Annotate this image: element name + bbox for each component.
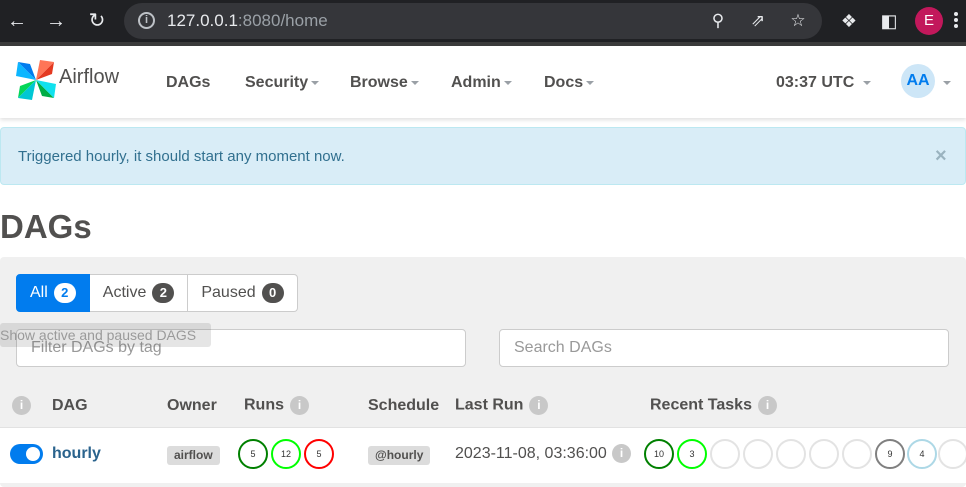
info-icon[interactable]: i <box>529 396 549 415</box>
nav-browse[interactable]: Browse <box>350 74 419 92</box>
zoom-icon[interactable]: ⚲ <box>706 9 730 33</box>
filter-active-button[interactable]: Active 2 <box>89 274 189 312</box>
col-runs: Runs i <box>244 396 309 415</box>
bookmark-star-icon[interactable]: ☆ <box>786 9 810 33</box>
task-state-circle[interactable]: 3 <box>677 439 707 469</box>
filter-all-count: 2 <box>53 283 76 303</box>
nav-dags-label: DAGs <box>166 74 211 91</box>
reload-icon[interactable]: ↻ <box>84 8 110 34</box>
run-state-circle[interactable]: 5 <box>304 439 334 469</box>
nav-dags[interactable]: DAGs <box>166 74 210 92</box>
side-panel-icon[interactable]: ◧ <box>876 8 902 34</box>
back-icon[interactable]: ← <box>4 8 30 34</box>
info-icon[interactable]: i <box>12 396 31 415</box>
brand-name: Airflow <box>59 66 120 88</box>
site-info-icon[interactable]: i <box>138 12 155 29</box>
filter-active-label: Active <box>102 284 147 301</box>
address-bar[interactable]: i 127.0.0.1:8080/home ⚲ ⇗ ☆ <box>124 3 822 39</box>
nav-docs-label: Docs <box>544 74 584 91</box>
pause-toggle[interactable] <box>10 444 43 464</box>
caret-down-icon <box>503 80 512 85</box>
page-title: DAGs <box>0 208 92 245</box>
share-icon[interactable]: ⇗ <box>746 9 770 33</box>
col-owner-label: Owner <box>167 397 217 414</box>
task-state-circle[interactable] <box>938 439 966 469</box>
browser-menu-icon[interactable] <box>951 10 961 32</box>
filter-tooltip: Show active and paused DAGS <box>0 323 211 347</box>
dag-id-link[interactable]: hourly <box>52 445 101 463</box>
nav-security-label: Security <box>245 74 309 91</box>
task-state-circle[interactable]: 9 <box>875 439 905 469</box>
user-avatar[interactable]: AA <box>901 64 935 98</box>
task-state-circle[interactable] <box>776 439 806 469</box>
col-dag[interactable]: DAG <box>52 397 88 415</box>
airflow-logo-icon <box>16 60 56 100</box>
url-path: :8080/home <box>237 11 328 30</box>
nav-docs[interactable]: Docs <box>544 74 595 92</box>
col-dag-label: DAG <box>52 397 88 414</box>
info-icon[interactable]: i <box>757 396 777 415</box>
run-state-circle[interactable]: 5 <box>238 439 268 469</box>
filter-paused-count: 0 <box>261 283 284 303</box>
extensions-icon[interactable]: ❖ <box>836 8 862 34</box>
app-navbar: Airflow DAGs Security Browse Admin Docs … <box>0 42 966 118</box>
filter-all-button[interactable]: All 2 <box>16 274 90 312</box>
status-filter-group: All 2 Active 2 Paused 0 <box>16 274 298 312</box>
filter-paused-button[interactable]: Paused 0 <box>188 274 298 312</box>
col-recent-tasks: Recent Tasks i <box>650 396 777 415</box>
flash-alert: Triggered hourly, it should start any mo… <box>0 127 966 185</box>
col-schedule-label: Schedule <box>368 397 440 414</box>
url-host: 127.0.0.1 <box>167 11 238 30</box>
forward-icon[interactable]: → <box>43 8 69 34</box>
schedule-label[interactable]: @hourly <box>368 446 431 465</box>
user-menu-caret-icon[interactable] <box>943 81 951 85</box>
clock-label: 03:37 UTC <box>776 74 855 91</box>
url-text[interactable]: 127.0.0.1:8080/home <box>167 11 328 31</box>
last-run-value[interactable]: 2023-11-08, 03:36:00 <box>455 445 607 463</box>
caret-down-icon <box>586 80 595 85</box>
filter-paused-label: Paused <box>201 284 256 301</box>
task-state-circle[interactable] <box>743 439 773 469</box>
caret-down-icon <box>863 80 872 85</box>
owner-label[interactable]: airflow <box>167 446 220 465</box>
browser-toolbar: ← → ↻ i 127.0.0.1:8080/home ⚲ ⇗ ☆ ❖ ◧ E <box>0 0 966 42</box>
nav-security[interactable]: Security <box>245 74 320 92</box>
caret-down-icon <box>311 80 320 85</box>
last-run-text: 2023-11-08, 03:36:00 <box>455 445 607 462</box>
col-last-run[interactable]: Last Run i <box>455 396 549 415</box>
filter-active-count: 2 <box>152 283 175 303</box>
task-state-circle[interactable]: 10 <box>644 439 674 469</box>
close-icon[interactable]: × <box>935 145 947 168</box>
task-state-circle[interactable] <box>710 439 740 469</box>
nav-admin[interactable]: Admin <box>451 74 512 92</box>
task-state-circle[interactable] <box>809 439 839 469</box>
task-state-circle[interactable] <box>842 439 872 469</box>
caret-down-icon <box>410 80 419 85</box>
clock-dropdown[interactable]: 03:37 UTC <box>776 74 872 92</box>
run-state-circle[interactable]: 12 <box>271 439 301 469</box>
task-state-circle[interactable]: 4 <box>907 439 937 469</box>
alert-message: Triggered hourly, it should start any mo… <box>18 148 345 165</box>
profile-avatar[interactable]: E <box>915 7 943 35</box>
nav-admin-label: Admin <box>451 74 501 91</box>
search-dags-input[interactable]: Search DAGs <box>499 329 949 367</box>
filter-all-label: All <box>30 284 48 301</box>
col-owner[interactable]: Owner <box>167 397 217 415</box>
col-schedule: Schedule <box>368 397 439 415</box>
col-recent-tasks-label: Recent Tasks <box>650 396 752 414</box>
col-last-run-label: Last Run <box>455 396 524 414</box>
info-icon[interactable]: i <box>612 444 631 463</box>
col-runs-label: Runs <box>244 396 284 414</box>
nav-browse-label: Browse <box>350 74 408 91</box>
info-icon[interactable]: i <box>290 396 309 415</box>
